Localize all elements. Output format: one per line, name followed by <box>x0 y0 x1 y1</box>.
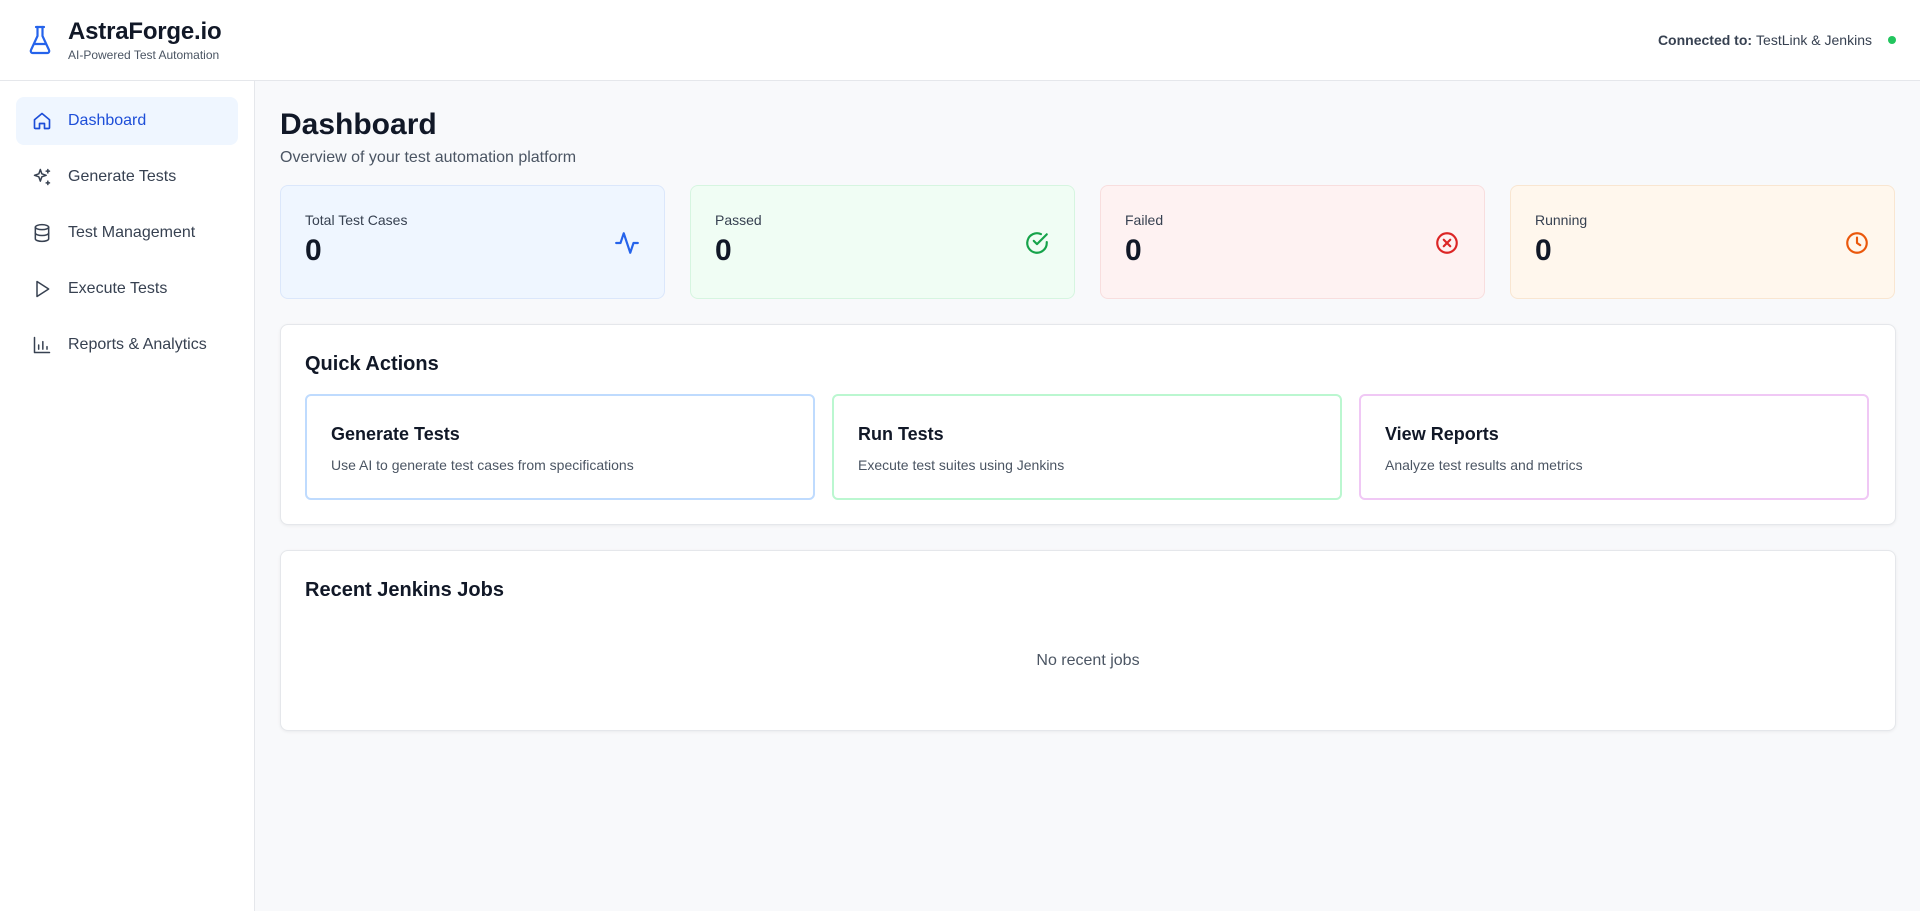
stat-label: Total Test Cases <box>305 212 408 228</box>
sidebar-item-dashboard[interactable]: Dashboard <box>16 97 238 145</box>
sidebar-item-execute-tests[interactable]: Execute Tests <box>16 265 238 313</box>
stat-card-passed: Passed 0 <box>690 185 1075 299</box>
action-title: View Reports <box>1385 424 1499 444</box>
brand-tagline: AI-Powered Test Automation <box>68 48 220 62</box>
x-circle-icon <box>1434 230 1460 256</box>
stat-label: Running <box>1535 212 1588 228</box>
stat-card-running: Running 0 <box>1510 185 1895 299</box>
action-description: Execute test suites using Jenkins <box>858 457 1065 473</box>
database-icon <box>32 223 52 243</box>
page-title: Dashboard <box>280 108 437 141</box>
action-title: Generate Tests <box>331 424 460 444</box>
play-icon <box>32 279 52 299</box>
top-header: AstraForge.io AI-Powered Test Automation… <box>0 0 1920 81</box>
run-tests-action[interactable]: Run Tests Execute test suites using Jenk… <box>832 394 1342 500</box>
stat-value: 0 <box>1125 234 1142 267</box>
stat-card-failed: Failed 0 <box>1100 185 1485 299</box>
stat-value: 0 <box>715 234 732 267</box>
sparkles-icon <box>32 167 52 187</box>
check-circle-icon <box>1024 230 1050 256</box>
sidebar-item-generate-tests[interactable]: Generate Tests <box>16 153 238 201</box>
stat-label: Passed <box>715 212 762 228</box>
connection-status: Connected to: TestLink & Jenkins <box>1658 32 1896 48</box>
quick-actions-list: Generate Tests Use AI to generate test c… <box>305 394 1871 500</box>
connection-label: Connected to: <box>1657 32 1753 48</box>
sidebar-item-label: Reports & Analytics <box>68 336 207 353</box>
recent-jobs-title: Recent Jenkins Jobs <box>305 579 504 601</box>
recent-jobs-panel: Recent Jenkins Jobs No recent jobs <box>280 550 1896 731</box>
sidebar: Dashboard Generate Tests Test Management <box>0 81 255 911</box>
activity-icon <box>614 230 640 256</box>
action-title: Run Tests <box>858 424 944 444</box>
flask-icon <box>26 24 54 56</box>
stats-row: Total Test Cases 0 Passed 0 Failed 0 Run… <box>280 185 1896 299</box>
main-content: Dashboard Overview of your test automati… <box>280 81 1896 731</box>
sidebar-item-reports-analytics[interactable]: Reports & Analytics <box>16 321 238 369</box>
page-subtitle: Overview of your test automation platfor… <box>280 149 577 166</box>
stat-value: 0 <box>1535 234 1552 267</box>
connection-value: TestLink & Jenkins <box>1756 32 1872 48</box>
view-reports-action[interactable]: View Reports Analyze test results and me… <box>1359 394 1869 500</box>
sidebar-item-label: Execute Tests <box>68 280 168 297</box>
status-dot-icon <box>1888 36 1896 44</box>
brand[interactable]: AstraForge.io AI-Powered Test Automation <box>26 18 222 62</box>
brand-name: AstraForge.io <box>68 18 222 45</box>
sidebar-item-label: Generate Tests <box>68 168 177 185</box>
stat-label: Failed <box>1125 212 1164 228</box>
home-icon <box>32 111 52 131</box>
sidebar-item-label: Test Management <box>68 224 196 241</box>
empty-state-text: No recent jobs <box>1036 652 1140 669</box>
sidebar-item-test-management[interactable]: Test Management <box>16 209 238 257</box>
sidebar-item-label: Dashboard <box>68 112 147 129</box>
quick-actions-panel: Quick Actions Generate Tests Use AI to g… <box>280 324 1896 525</box>
stat-card-total: Total Test Cases 0 <box>280 185 665 299</box>
stat-value: 0 <box>305 234 322 267</box>
clock-icon <box>1844 230 1870 256</box>
action-description: Analyze test results and metrics <box>1385 457 1583 473</box>
action-description: Use AI to generate test cases from speci… <box>331 457 634 473</box>
generate-tests-action[interactable]: Generate Tests Use AI to generate test c… <box>305 394 815 500</box>
bar-chart-icon <box>32 335 52 355</box>
quick-actions-title: Quick Actions <box>305 353 439 375</box>
